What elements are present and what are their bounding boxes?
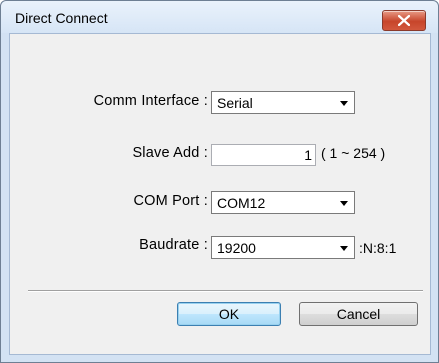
close-icon (398, 15, 410, 26)
title-bar[interactable]: Direct Connect (1, 1, 438, 33)
baudrate-select[interactable]: 19200 (211, 236, 355, 259)
chevron-down-icon (340, 101, 348, 106)
cancel-button[interactable]: Cancel (299, 302, 418, 326)
comm-interface-select[interactable]: Serial (211, 91, 355, 114)
separator (28, 290, 423, 292)
comm-interface-label: Comm Interface : (93, 93, 208, 109)
slave-add-label: Slave Add : (132, 145, 208, 161)
dialog-title: Direct Connect (15, 10, 108, 26)
baudrate-format: :N:8:1 (359, 240, 397, 256)
chevron-down-icon (340, 201, 348, 206)
chevron-down-icon (340, 246, 348, 251)
com-port-label: COM Port : (133, 193, 208, 209)
com-port-value: COM12 (217, 195, 266, 211)
comm-interface-value: Serial (217, 95, 253, 111)
slave-add-range: ( 1 ~ 254 ) (321, 145, 386, 161)
direct-connect-dialog: Direct Connect Comm Interface : Serial S… (0, 0, 439, 363)
close-button[interactable] (382, 10, 426, 31)
baudrate-value: 19200 (217, 240, 256, 256)
baudrate-label: Baudrate : (139, 237, 208, 253)
slave-add-input[interactable]: 1 (211, 144, 316, 166)
ok-button[interactable]: OK (177, 302, 281, 326)
slave-add-value: 1 (304, 147, 312, 163)
com-port-select[interactable]: COM12 (211, 191, 355, 214)
